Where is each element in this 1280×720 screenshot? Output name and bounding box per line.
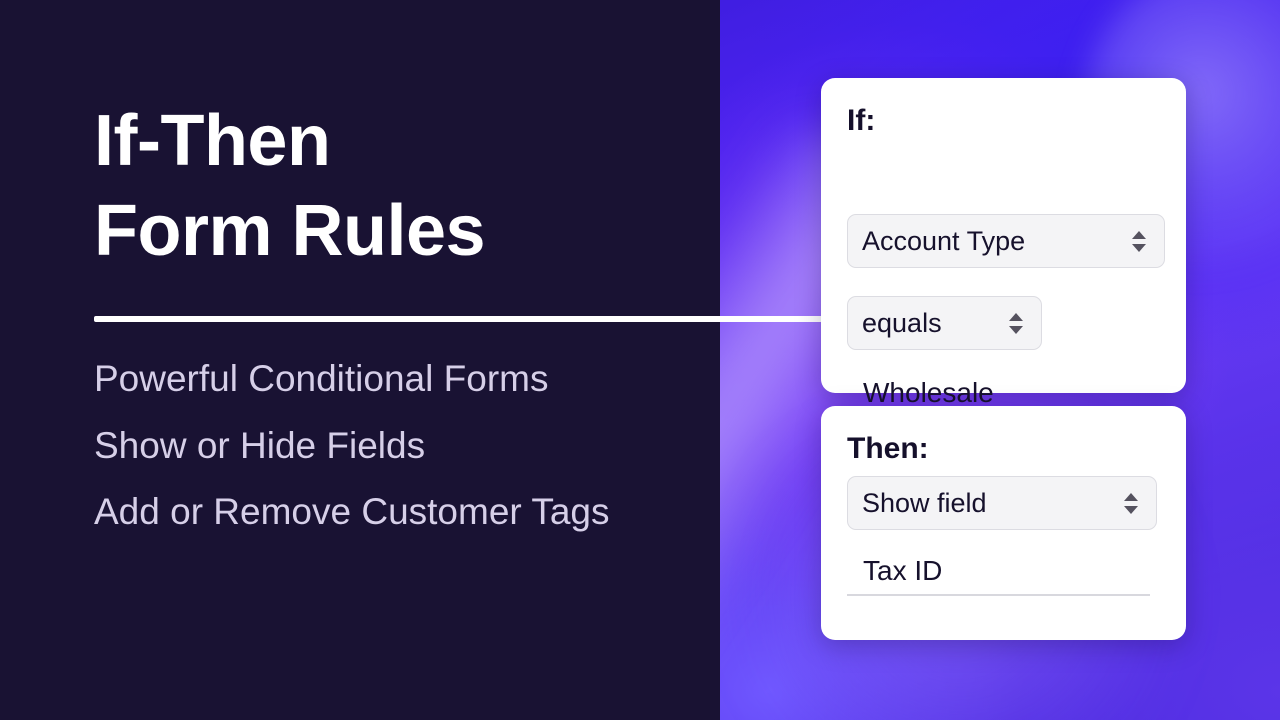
feature-list: Powerful Conditional Forms Show or Hide … <box>94 352 694 552</box>
then-target-input-value: Tax ID <box>863 555 943 586</box>
list-item: Add or Remove Customer Tags <box>94 491 610 533</box>
if-operator-select[interactable]: equals <box>847 296 1042 350</box>
page-title-line-2: Form Rules <box>94 191 486 271</box>
stepper-up-down-icon[interactable] <box>1005 306 1027 340</box>
if-field-select-value: Account Type <box>862 225 1026 256</box>
page-title-line-1: If-Then <box>94 101 331 181</box>
slide-canvas: If-Then Form Rules Powerful Conditional … <box>0 0 1280 720</box>
list-item: Powerful Conditional Forms <box>94 358 549 399</box>
then-action-select-value: Show field <box>862 487 987 518</box>
page-title: If-Then Form Rules <box>94 96 694 276</box>
title-divider <box>94 316 824 322</box>
if-field-select[interactable]: Account Type <box>847 214 1165 268</box>
then-action-card: Then: Show field Tax ID <box>821 406 1186 640</box>
if-operator-select-value: equals <box>862 307 942 338</box>
then-target-input[interactable]: Tax ID <box>847 548 1150 596</box>
stepper-up-down-icon[interactable] <box>1128 224 1150 258</box>
then-card-title: Then: <box>847 432 929 465</box>
if-value-input-value: Wholesale <box>863 377 994 408</box>
stepper-up-down-icon[interactable] <box>1120 486 1142 520</box>
list-item: Show or Hide Fields <box>94 424 426 466</box>
then-action-select[interactable]: Show field <box>847 476 1157 530</box>
if-card-title: If: <box>847 104 876 137</box>
if-condition-card: If: Account Type equals Wholesale <box>821 78 1186 418</box>
